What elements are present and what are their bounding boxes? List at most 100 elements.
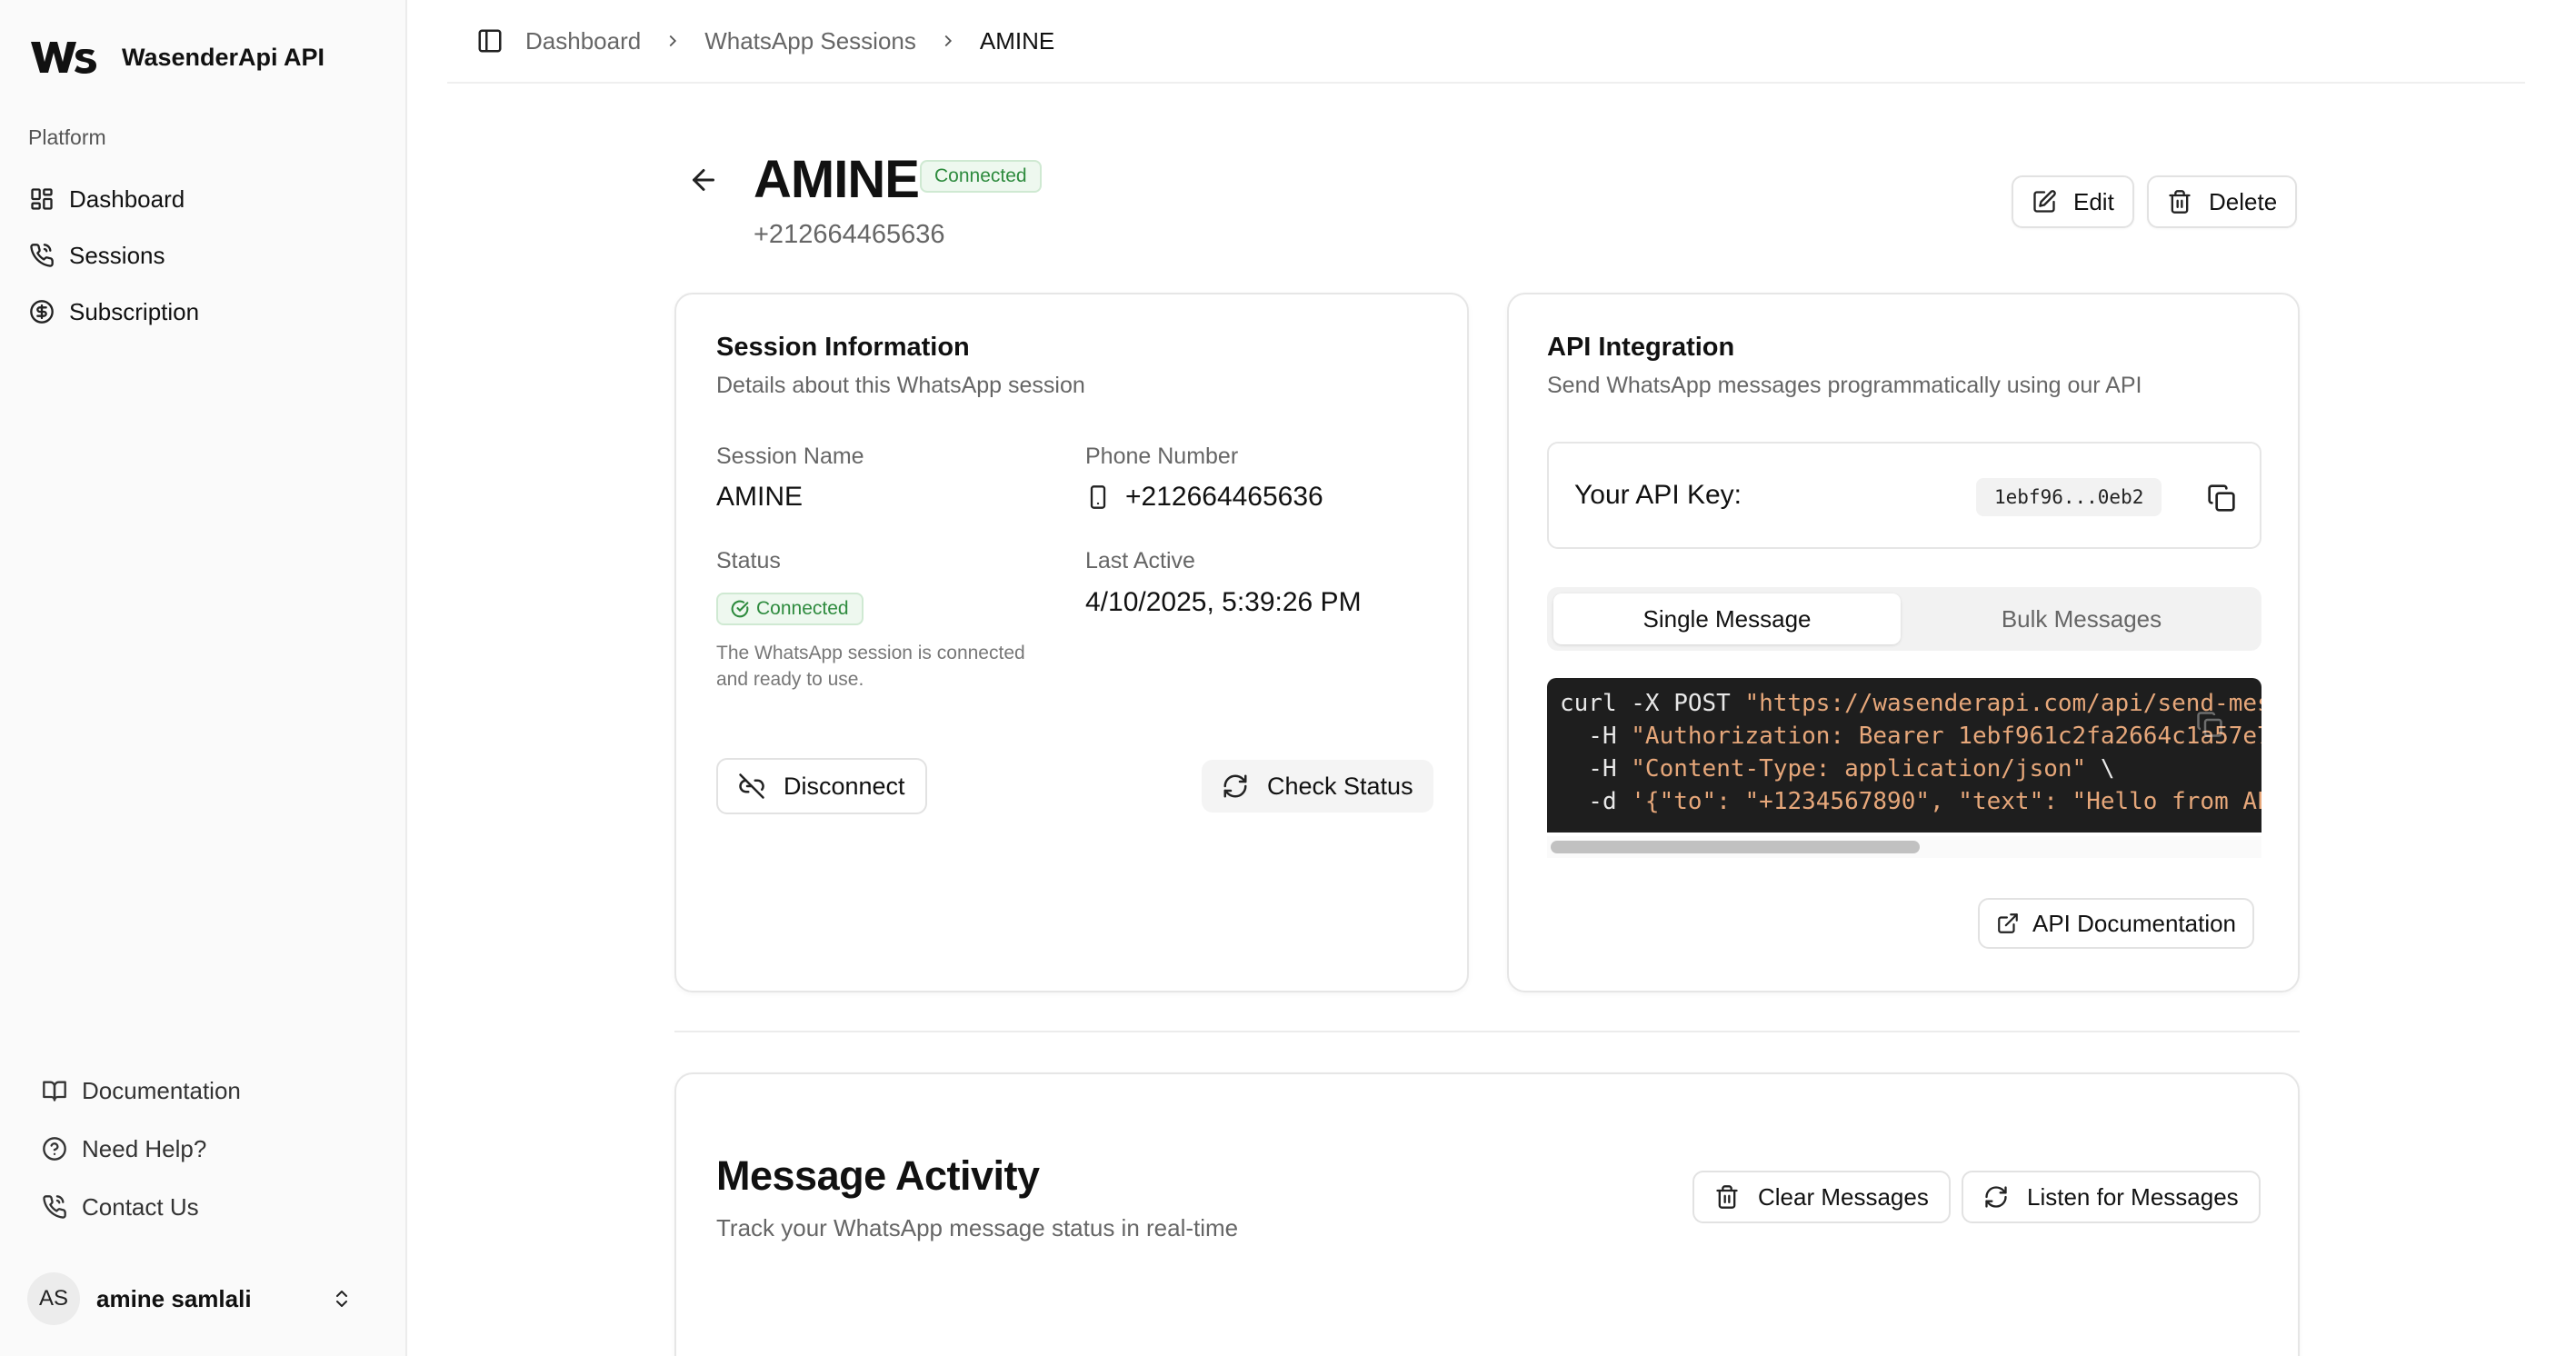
session-status-text: Connected	[756, 598, 849, 619]
edit-icon	[2033, 190, 2056, 213]
chevrons-up-down-icon	[336, 1291, 347, 1307]
session-information-card: Session Information Details about this W…	[674, 293, 1469, 992]
card-description: Details about this WhatsApp session	[716, 373, 1085, 398]
sidebar-secondary-nav: Documentation Need Help? Contact Us	[40, 1062, 385, 1236]
brand[interactable]: WasenderApi API	[29, 36, 324, 78]
last-active-value: 4/10/2025, 5:39:26 PM	[1085, 587, 1362, 618]
sidebar-toggle-icon[interactable]	[476, 27, 504, 55]
clear-messages-label: Clear Messages	[1758, 1182, 1929, 1211]
tab-single-message[interactable]: Single Message	[1553, 593, 1901, 644]
clear-messages-button[interactable]: Clear Messages	[1692, 1171, 1951, 1223]
phone-number-value: +212664465636	[1085, 482, 1323, 513]
sidebar-item-contact-us[interactable]: Contact Us	[40, 1178, 385, 1236]
check-status-button[interactable]: Check Status	[1202, 760, 1433, 813]
user-menu[interactable]: AS amine samlali	[27, 1271, 373, 1327]
disconnect-label: Disconnect	[784, 772, 905, 800]
brand-logo	[31, 42, 96, 74]
check-status-label: Check Status	[1267, 772, 1413, 800]
sidebar-item-label: Dashboard	[69, 184, 185, 213]
sidebar-item-label: Contact Us	[82, 1192, 199, 1221]
trash-icon	[1716, 1185, 1738, 1209]
brand-name: WasenderApi API	[122, 43, 325, 71]
listen-for-messages-button[interactable]: Listen for Messages	[1962, 1171, 2261, 1223]
last-active-label: Last Active	[1085, 548, 1195, 573]
copy-code-icon[interactable]	[2196, 711, 2223, 738]
api-documentation-label: API Documentation	[2032, 909, 2237, 937]
code-line-4-cmd: -d	[1560, 788, 1632, 815]
sidebar-item-label: Subscription	[69, 297, 200, 325]
edit-button[interactable]: Edit	[2012, 175, 2134, 228]
session-name-label: Session Name	[716, 444, 864, 469]
avatar: AS	[27, 1272, 80, 1325]
breadcrumb: Dashboard WhatsApp Sessions AMINE	[525, 27, 1054, 55]
sidebar-item-documentation[interactable]: Documentation	[40, 1062, 385, 1120]
sidebar: WasenderApi API Platform Dashboard Sessi…	[0, 0, 407, 1356]
copy-icon[interactable]	[2207, 484, 2236, 513]
code-line-4-string: '{"to": "+1234567890", "text": "Hello fr…	[1631, 788, 2261, 815]
status-note: The WhatsApp session is connected and re…	[716, 643, 1025, 690]
check-circle-icon	[731, 600, 749, 618]
external-link-icon	[1998, 913, 2018, 933]
user-name: amine samlali	[96, 1284, 252, 1312]
sidebar-item-label: Documentation	[82, 1076, 241, 1104]
api-documentation-button[interactable]: API Documentation	[1978, 898, 2255, 949]
back-arrow-icon[interactable]	[687, 164, 720, 196]
code-line-3-cmd: -H	[1560, 755, 1632, 783]
phone-icon	[43, 1195, 66, 1219]
card-title: Message Activity	[716, 1152, 1040, 1199]
phone-number-label: Phone Number	[1085, 444, 1239, 469]
session-status-badge: Connected	[716, 593, 864, 625]
last-active-text: 4/10/2025, 5:39:26 PM	[1085, 587, 1362, 617]
code-line-2-string: "Authorization: Bearer 1ebf961c2fa2664c1…	[1631, 723, 2261, 750]
section-divider	[674, 1031, 2300, 1032]
platform-group-label: Platform	[28, 125, 106, 149]
edit-button-label: Edit	[2073, 187, 2114, 215]
code-line-3-tail: \	[2086, 755, 2115, 783]
tab-bulk-messages[interactable]: Bulk Messages	[1908, 593, 2255, 644]
status-badge: Connected	[920, 160, 1042, 193]
sidebar-item-label: Sessions	[69, 241, 165, 269]
sidebar-item-subscription[interactable]: Subscription	[27, 284, 382, 340]
api-integration-card: API Integration Send WhatsApp messages p…	[1507, 293, 2300, 992]
sidebar-item-label: Need Help?	[82, 1134, 207, 1162]
scrollbar-thumb[interactable]	[1551, 841, 1920, 853]
disconnect-button[interactable]: Disconnect	[716, 758, 927, 814]
chevron-right-icon	[669, 35, 677, 47]
code-line-1-string: "https://wasenderapi.com/api/send-mess	[1744, 690, 2262, 717]
breadcrumb-whatsapp-sessions[interactable]: WhatsApp Sessions	[704, 27, 916, 55]
chevron-right-icon	[944, 35, 952, 47]
listen-for-messages-label: Listen for Messages	[2027, 1182, 2239, 1211]
sidebar-item-need-help[interactable]: Need Help?	[40, 1120, 385, 1178]
status-label: Status	[716, 548, 781, 573]
code-line-1-cmd: curl -X POST	[1560, 690, 1745, 717]
topbar: Dashboard WhatsApp Sessions AMINE	[447, 0, 2525, 84]
trash-icon	[2169, 190, 2191, 214]
card-title: API Integration	[1547, 333, 1735, 362]
code-text: curl -X POST "https://wasenderapi.com/ap…	[1560, 687, 2261, 818]
dollar-circle-icon	[30, 300, 54, 324]
code-tabs: Single Message Bulk Messages	[1547, 587, 2261, 651]
breadcrumb-dashboard[interactable]: Dashboard	[525, 27, 641, 55]
unlink-icon	[739, 773, 764, 799]
book-icon	[43, 1081, 66, 1102]
code-line-3-string: "Content-Type: application/json"	[1631, 755, 2087, 783]
code-block: curl -X POST "https://wasenderapi.com/ap…	[1547, 678, 2261, 833]
grid-icon	[31, 188, 53, 210]
sidebar-item-sessions[interactable]: Sessions	[27, 227, 382, 284]
refresh-icon	[1985, 1186, 2007, 1208]
refresh-icon	[1223, 774, 1247, 798]
session-phone-subtitle: +212664465636	[754, 220, 945, 249]
session-name-text: AMINE	[716, 482, 804, 512]
breadcrumb-current: AMINE	[979, 26, 1055, 55]
api-key-box: Your API Key: 1ebf96...0eb2	[1547, 442, 2261, 549]
sidebar-item-dashboard[interactable]: Dashboard	[27, 171, 382, 227]
delete-button[interactable]: Delete	[2147, 175, 2298, 228]
phone-number-text: +212664465636	[1125, 482, 1323, 512]
page-title: AMINE	[754, 150, 920, 209]
code-line-2-cmd: -H	[1560, 723, 1632, 750]
horizontal-scrollbar[interactable]	[1547, 836, 2261, 858]
code-sample: curl -X POST "https://wasenderapi.com/ap…	[1547, 678, 2261, 858]
smartphone-icon	[1090, 485, 1106, 509]
delete-button-label: Delete	[2209, 187, 2278, 215]
card-description: Track your WhatsApp message status in re…	[716, 1214, 1239, 1241]
